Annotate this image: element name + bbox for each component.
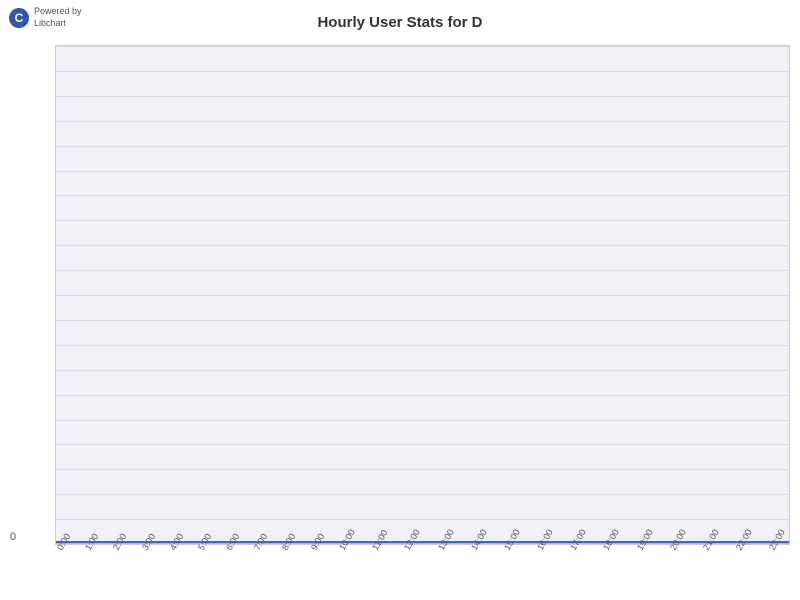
y-axis-zero-label: 0 bbox=[10, 531, 16, 543]
grid-line bbox=[56, 420, 789, 421]
grid-line bbox=[56, 71, 789, 72]
grid-line bbox=[56, 444, 789, 445]
powered-by-badge: C Powered by Libchart bbox=[8, 6, 82, 29]
svg-text:C: C bbox=[15, 11, 24, 25]
y-axis: 0 bbox=[10, 45, 16, 545]
grid-line bbox=[56, 195, 789, 196]
grid-line bbox=[56, 345, 789, 346]
grid-line bbox=[56, 494, 789, 495]
chart-title: Hourly User Stats for D bbox=[0, 0, 800, 31]
grid-line bbox=[56, 519, 789, 520]
grid-line bbox=[56, 46, 789, 47]
grid-line bbox=[56, 146, 789, 147]
grid-line bbox=[56, 171, 789, 172]
grid-line bbox=[56, 121, 789, 122]
grid-line bbox=[56, 469, 789, 470]
grid-line bbox=[56, 245, 789, 246]
libchart-logo: C bbox=[8, 7, 30, 29]
grid-line bbox=[56, 395, 789, 396]
grid-line bbox=[56, 96, 789, 97]
grid-line bbox=[56, 270, 789, 271]
grid-line bbox=[56, 320, 789, 321]
grid-line bbox=[56, 220, 789, 221]
powered-by-text: Powered by Libchart bbox=[34, 6, 82, 29]
chart-area bbox=[55, 45, 790, 545]
grid-line bbox=[56, 370, 789, 371]
x-axis-labels: 0:001:002:003:004:005:006:007:008:009:00… bbox=[55, 545, 790, 595]
grid-lines bbox=[56, 46, 789, 544]
grid-line bbox=[56, 295, 789, 296]
